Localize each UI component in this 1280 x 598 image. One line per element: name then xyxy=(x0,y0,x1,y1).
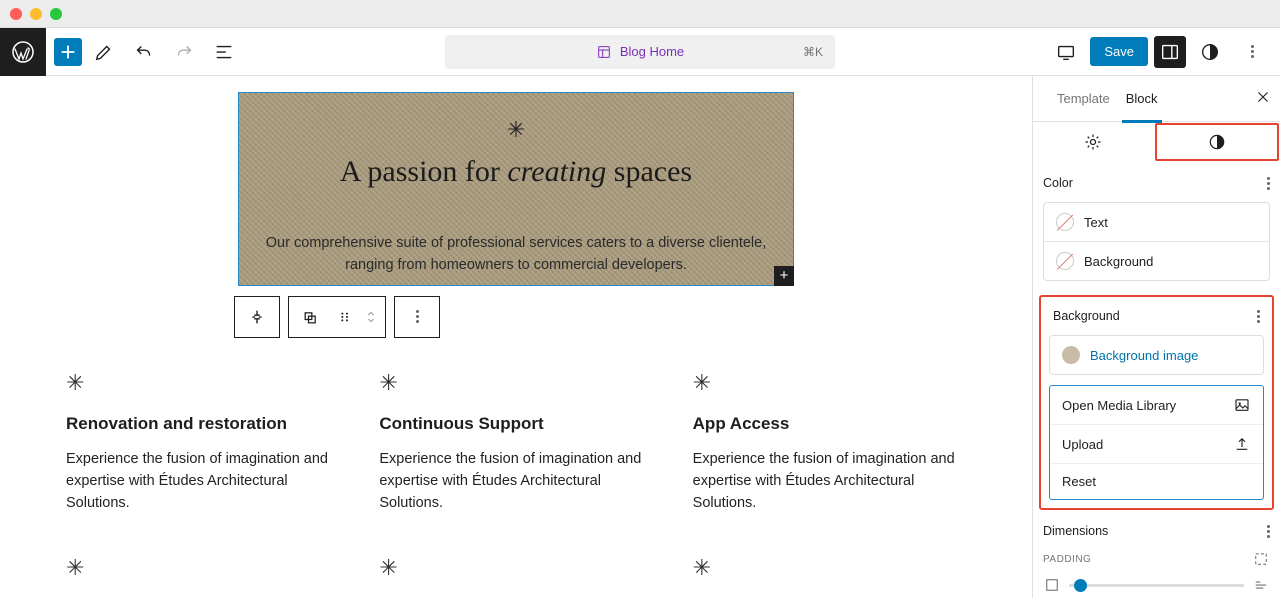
mac-titlebar xyxy=(0,0,1280,28)
maximize-window-icon[interactable] xyxy=(50,8,62,20)
append-block-button[interactable]: + xyxy=(774,266,794,286)
editor-canvas[interactable]: ✳ A passion for creating spaces Our comp… xyxy=(0,76,1032,598)
open-media-library-item[interactable]: Open Media Library xyxy=(1050,386,1263,424)
save-button[interactable]: Save xyxy=(1090,37,1148,66)
close-window-icon[interactable] xyxy=(10,8,22,20)
block-type-button[interactable] xyxy=(235,297,279,337)
feature-item[interactable]: ✳ Continuous Support Experience the fusi… xyxy=(379,370,652,515)
dimensions-heading: Dimensions xyxy=(1043,524,1108,538)
undo-button[interactable] xyxy=(126,34,162,70)
feature-item[interactable]: ✳ Architectural Solutions xyxy=(693,555,966,598)
swatch-icon xyxy=(1056,213,1074,231)
align-button[interactable] xyxy=(289,297,333,337)
contrast-icon xyxy=(1207,132,1227,152)
subtab-settings[interactable] xyxy=(1033,122,1154,162)
background-panel: Background Background image Open Media L… xyxy=(1039,295,1274,510)
move-buttons[interactable] xyxy=(357,297,385,337)
asterisk-icon: ✳ xyxy=(693,370,711,396)
padding-box-icon xyxy=(1043,576,1061,594)
asterisk-icon: ✳ xyxy=(507,117,525,143)
color-text-label: Text xyxy=(1084,215,1108,230)
minimize-window-icon[interactable] xyxy=(30,8,42,20)
bg-preview-icon xyxy=(1062,346,1080,364)
command-shortcut: ⌘K xyxy=(803,45,823,59)
asterisk-icon: ✳ xyxy=(379,555,397,581)
upload-icon xyxy=(1233,435,1251,453)
template-icon xyxy=(596,44,612,60)
tab-template[interactable]: Template xyxy=(1049,76,1118,122)
view-button[interactable] xyxy=(1048,34,1084,70)
settings-sidebar-toggle[interactable] xyxy=(1154,36,1186,68)
features-grid: ✳ Renovation and restoration Experience … xyxy=(56,370,976,598)
feature-item[interactable]: ✳ Consulting xyxy=(66,555,339,598)
color-options-button[interactable] xyxy=(1267,177,1270,190)
add-block-button[interactable] xyxy=(54,38,82,66)
feature-body[interactable]: Experience the fusion of imagination and… xyxy=(693,448,966,515)
gear-icon xyxy=(1083,132,1103,152)
feature-item[interactable]: ✳ App Access Experience the fusion of im… xyxy=(693,370,966,515)
block-options-button[interactable] xyxy=(395,297,439,337)
color-background-label: Background xyxy=(1084,254,1153,269)
settings-sidebar: Template Block Color xyxy=(1032,76,1280,598)
styles-button[interactable] xyxy=(1192,34,1228,70)
background-heading: Background xyxy=(1053,309,1120,323)
background-image-label: Background image xyxy=(1090,348,1198,363)
hero-group-block[interactable]: ✳ A passion for creating spaces Our comp… xyxy=(238,92,794,286)
asterisk-icon: ✳ xyxy=(66,370,84,396)
feature-body[interactable]: Experience the fusion of imagination and… xyxy=(379,448,652,515)
padding-label: PADDING xyxy=(1043,554,1091,565)
feature-title[interactable]: App Access xyxy=(693,414,966,434)
command-center[interactable]: Blog Home ⌘K xyxy=(445,35,835,69)
edit-tool-button[interactable] xyxy=(86,34,122,70)
options-button[interactable] xyxy=(1234,34,1270,70)
background-image-menu: Open Media Library Upload Reset xyxy=(1049,385,1264,500)
reset-item[interactable]: Reset xyxy=(1050,463,1263,499)
upload-item[interactable]: Upload xyxy=(1050,424,1263,463)
background-image-row[interactable]: Background image xyxy=(1049,335,1264,375)
asterisk-icon: ✳ xyxy=(379,370,397,396)
custom-size-icon[interactable] xyxy=(1252,576,1270,594)
color-background-row[interactable]: Background xyxy=(1044,241,1269,280)
close-sidebar-button[interactable] xyxy=(1254,88,1272,109)
subtab-styles[interactable] xyxy=(1155,123,1280,161)
color-heading: Color xyxy=(1043,176,1073,190)
editor-topbar: Blog Home ⌘K Save xyxy=(0,28,1280,76)
padding-slider[interactable] xyxy=(1069,584,1244,587)
color-text-row[interactable]: Text xyxy=(1044,203,1269,241)
asterisk-icon: ✳ xyxy=(66,555,84,581)
dimensions-options-button[interactable] xyxy=(1267,525,1270,538)
drag-handle[interactable] xyxy=(333,297,357,337)
hero-paragraph[interactable]: Our comprehensive suite of professional … xyxy=(247,233,785,277)
hero-heading[interactable]: A passion for creating spaces xyxy=(247,155,785,189)
swatch-icon xyxy=(1056,252,1074,270)
feature-title[interactable]: Renovation and restoration xyxy=(66,414,339,434)
tab-block[interactable]: Block xyxy=(1118,76,1166,122)
template-name: Blog Home xyxy=(620,44,684,59)
wordpress-logo[interactable] xyxy=(0,28,46,76)
unlink-sides-icon[interactable] xyxy=(1252,550,1270,568)
feature-title[interactable]: Continuous Support xyxy=(379,414,652,434)
feature-item[interactable]: ✳ Project Management xyxy=(379,555,652,598)
feature-item[interactable]: ✳ Renovation and restoration Experience … xyxy=(66,370,339,515)
feature-body[interactable]: Experience the fusion of imagination and… xyxy=(66,448,339,515)
document-overview-button[interactable] xyxy=(206,34,242,70)
redo-button[interactable] xyxy=(166,34,202,70)
background-options-button[interactable] xyxy=(1257,310,1260,323)
asterisk-icon: ✳ xyxy=(693,555,711,581)
image-icon xyxy=(1233,396,1251,414)
block-toolbar xyxy=(234,296,1032,338)
